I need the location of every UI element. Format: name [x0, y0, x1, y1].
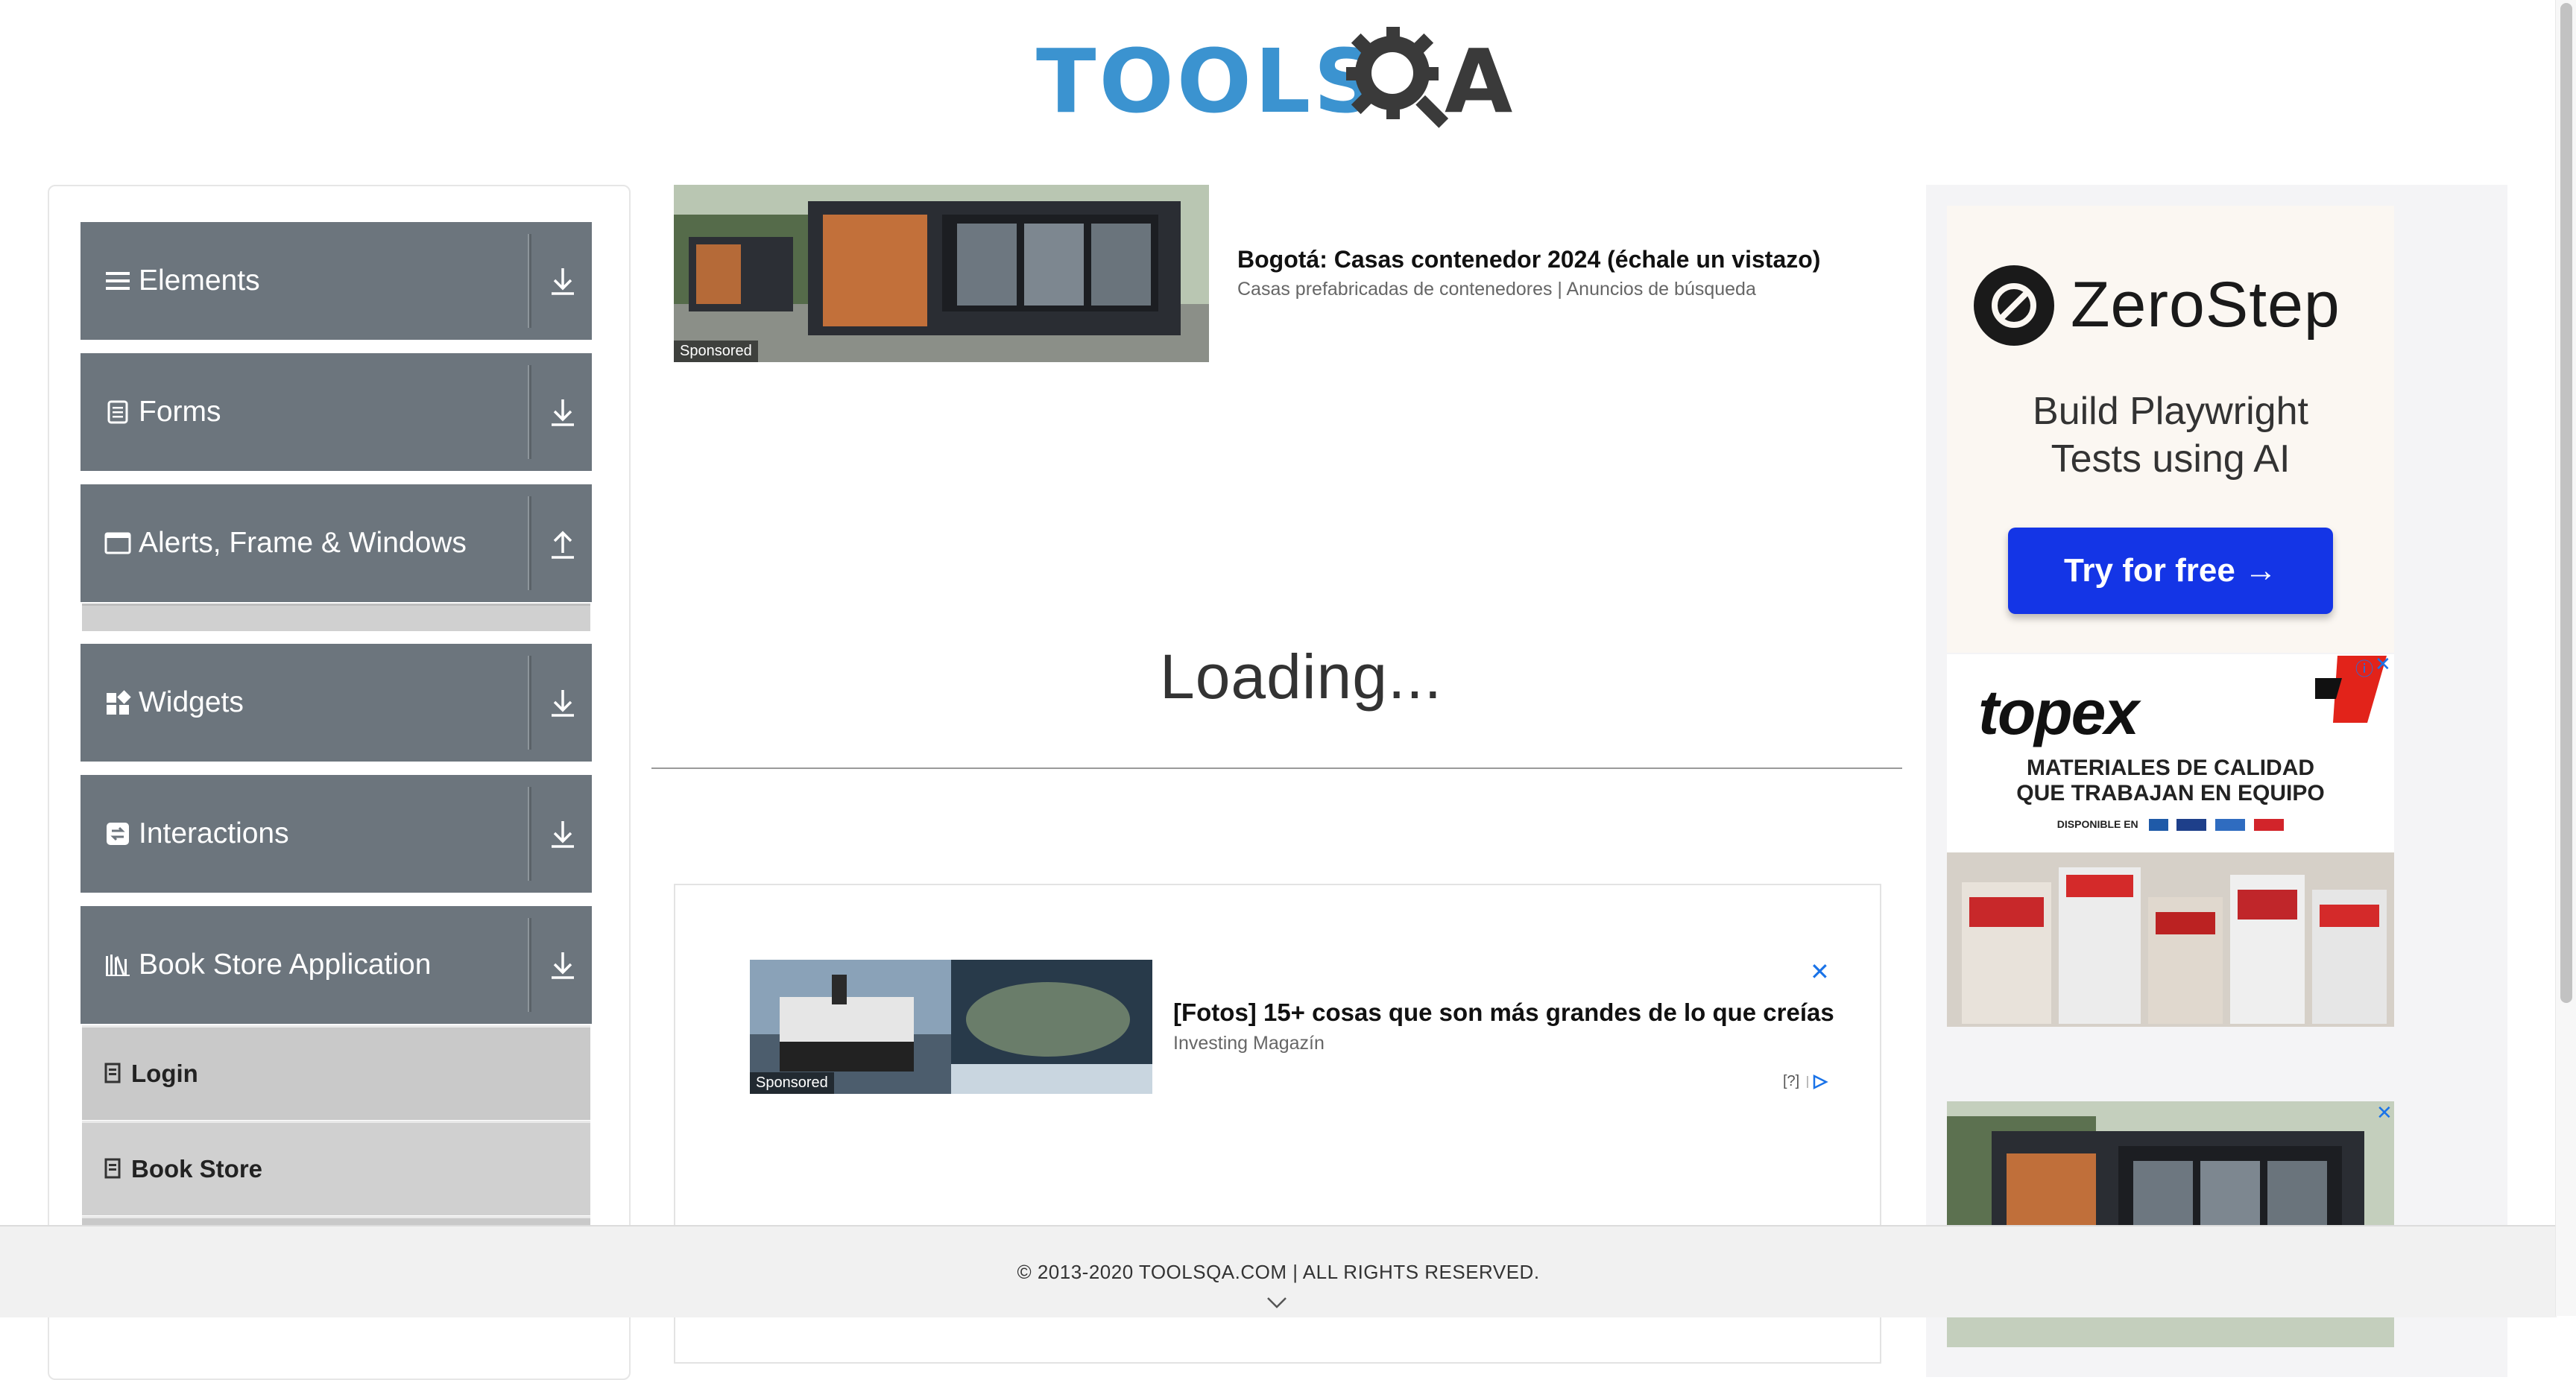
chevron-down-icon[interactable] [1266, 1295, 1288, 1310]
divider [528, 234, 531, 328]
document-icon [107, 400, 128, 424]
divider [528, 918, 531, 1012]
interactions-icon [107, 823, 129, 845]
submenu-item-book-store[interactable]: Book Store [82, 1121, 590, 1215]
submenu-item-login[interactable]: Login [82, 1025, 590, 1120]
download-arrow-icon[interactable] [544, 683, 581, 723]
sidebar-group-elements[interactable]: Elements [80, 222, 592, 340]
ad-info-link[interactable]: [?] [1783, 1073, 1834, 1090]
zerostep-tagline: Build Playwright Tests using AI [1947, 387, 2394, 483]
topex-headline-2: QUE TRABAJAN EN EQUIPO [2016, 781, 2325, 805]
scrollbar-thumb[interactable] [2560, 3, 2572, 1003]
ad-title[interactable]: [Fotos] 15+ cosas que son más grandes de… [1173, 998, 1834, 1027]
sidebar-group-book-store-application[interactable]: Book Store Application [80, 906, 592, 1024]
collapsed-submenu [82, 604, 590, 631]
container-house-image [674, 185, 1209, 362]
ad-close-icon[interactable]: ✕ [1810, 960, 1830, 984]
adchoices-icon [1806, 1074, 1828, 1089]
sidebar-group-widgets[interactable]: Widgets [80, 644, 592, 762]
sidebar-group-label: Alerts, Frame & Windows [139, 527, 467, 559]
logo-text-tools: TOOLS [1036, 30, 1380, 133]
ad-meta-text: [?] [1783, 1073, 1800, 1089]
divider [528, 787, 531, 881]
ad-subtitle: Casas prefabricadas de contenedores | An… [1237, 279, 1756, 300]
sidebar-group-label: Interactions [139, 817, 289, 849]
zerostep-logo-icon [1974, 265, 2054, 346]
divider [528, 496, 531, 590]
horizontal-divider [651, 767, 1902, 769]
sponsored-label: Sponsored [674, 341, 758, 362]
download-arrow-icon[interactable] [544, 261, 581, 301]
ad-close-icon[interactable]: ✕ [2376, 1101, 2393, 1124]
divider [528, 656, 531, 750]
ad-subtitle: Investing Magazín [1173, 1033, 1325, 1054]
toolsqa-logo[interactable]: TOOLS A [1036, 22, 1528, 134]
download-arrow-icon[interactable] [544, 392, 581, 432]
ad-title[interactable]: Bogotá: Casas contenedor 2024 (échale un… [1237, 246, 1820, 273]
topex-available: DISPONIBLE EN [1947, 818, 2394, 832]
sidebar-group-label: Book Store Application [139, 949, 432, 981]
zerostep-ad[interactable]: ZeroStep Build Playwright Tests using AI… [1947, 206, 2394, 653]
try-for-free-button[interactable]: Try for free → [2008, 528, 2333, 614]
submenu-item-label: Book Store [131, 1155, 263, 1183]
download-arrow-icon[interactable] [544, 814, 581, 854]
tagline-line2: Tests using AI [2051, 437, 2291, 481]
topex-products-image [1947, 852, 2394, 1027]
topex-ad[interactable]: topex ⓘ ✕ MATERIALES DE CALIDAD QUE TRAB… [1947, 653, 2394, 1027]
hamburger-icon [106, 272, 130, 290]
sidebar-group-forms[interactable]: Forms [80, 353, 592, 471]
topex-brand: topex [1978, 677, 2139, 747]
sidebar-group-label: Widgets [139, 686, 244, 718]
sidebar-group-label: Elements [139, 265, 260, 297]
ad-container-house-image[interactable]: Sponsored [674, 185, 1209, 362]
book-icon [104, 1063, 121, 1083]
sidebar-group-interactions[interactable]: Interactions [80, 775, 592, 893]
loading-text: Loading... [1160, 642, 1442, 712]
books-icon [106, 955, 130, 976]
gear-magnifier-icon [1346, 27, 1449, 128]
upload-arrow-icon[interactable] [544, 523, 581, 563]
window-icon [104, 532, 131, 554]
topex-headline-1: MATERIALES DE CALIDAD [2026, 756, 2315, 780]
ad-close-icon[interactable]: ✕ [2375, 653, 2391, 676]
sidebar-group-alerts-frame-windows[interactable]: Alerts, Frame & Windows [80, 484, 592, 602]
divider [528, 365, 531, 459]
ad-ship-image[interactable]: Sponsored [750, 960, 1152, 1094]
logo-text-a: A [1445, 30, 1513, 133]
scrollbar[interactable] [2555, 0, 2576, 1316]
footer: © 2013-2020 TOOLSQA.COM | ALL RIGHTS RES… [0, 1225, 2557, 1317]
copyright-text: © 2013-2020 TOOLSQA.COM | ALL RIGHTS RES… [1017, 1261, 1540, 1283]
download-arrow-icon[interactable] [544, 945, 581, 985]
submenu-item-label: Login [131, 1060, 198, 1087]
available-label: DISPONIBLE EN [2056, 818, 2138, 830]
widgets-icon [107, 690, 131, 715]
tagline-line1: Build Playwright [2033, 390, 2308, 433]
zerostep-brand: ZeroStep [2071, 269, 2340, 341]
sidebar-group-label: Forms [139, 396, 221, 428]
sponsored-label: Sponsored [750, 1072, 834, 1094]
book-icon [104, 1158, 121, 1179]
ad-info-icon[interactable]: ⓘ [2355, 654, 2373, 680]
